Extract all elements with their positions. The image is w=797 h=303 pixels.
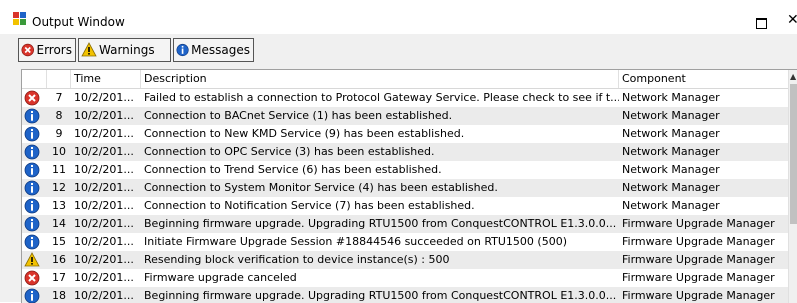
cell-id: 15 — [52, 235, 66, 248]
cell-id: 16 — [52, 253, 66, 266]
warning-icon — [81, 42, 97, 57]
scroll-thumb[interactable] — [790, 84, 797, 224]
cell-description: Connection to New KMD Service (9) has be… — [144, 127, 465, 140]
cell-description: Connection to System Monitor Service (4)… — [144, 181, 498, 194]
cell-description: Beginning firmware upgrade. Upgrading RT… — [144, 289, 617, 302]
cell-component: Firmware Upgrade Manager — [622, 235, 775, 248]
vertical-scrollbar[interactable]: ▲ — [788, 70, 797, 303]
cell-description: Connection to BACnet Service (1) has bee… — [144, 109, 453, 122]
info-icon — [24, 198, 40, 214]
header-component[interactable]: Component — [619, 70, 788, 88]
cell-component: Network Manager — [622, 145, 720, 158]
cell-time: 10/2/201... — [74, 91, 134, 104]
warnings-filter-button[interactable]: Warnings — [78, 38, 171, 62]
cell-id: 13 — [52, 199, 66, 212]
output-window: Output Window ✕ Errors Warnings Messages… — [0, 0, 797, 303]
cell-description: Connection to Trend Service (6) has been… — [144, 163, 442, 176]
cell-description: Failed to establish a connection to Prot… — [144, 91, 619, 104]
cell-component: Firmware Upgrade Manager — [622, 253, 775, 266]
cell-description: Connection to Notification Service (7) h… — [144, 199, 475, 212]
errors-label: Errors — [36, 43, 72, 57]
error-icon — [24, 90, 40, 106]
table-row[interactable]: 12 10/2/201... Connection to System Monito… — [22, 179, 788, 197]
cell-component: Network Manager — [622, 199, 720, 212]
table-row[interactable]: 14 10/2/201... Beginning firmware upgrade.… — [22, 215, 788, 233]
app-icon — [13, 12, 26, 25]
table-row[interactable]: 10 10/2/201... Connection to OPC Service (… — [22, 143, 788, 161]
table-row[interactable]: 16 10/2/201... Resending block verificatio… — [22, 251, 788, 269]
table-row[interactable]: 18 10/2/201... Beginning firmware upgrade.… — [22, 287, 788, 303]
cell-time: 10/2/201... — [74, 235, 134, 248]
cell-description: Initiate Firmware Upgrade Session #18844… — [144, 235, 568, 248]
cell-component: Network Manager — [622, 127, 720, 140]
table-row[interactable]: 9 10/2/201... Connection to New KMD Servic… — [22, 125, 788, 143]
cell-description: Firmware upgrade canceled — [144, 271, 297, 284]
info-icon — [176, 43, 189, 57]
cell-id: 10 — [52, 145, 66, 158]
header-icon — [22, 70, 47, 88]
cell-id: 7 — [55, 91, 63, 104]
title-bar: Output Window ✕ — [0, 0, 797, 34]
cell-component: Network Manager — [622, 109, 720, 122]
table-row[interactable]: 7 10/2/201... Failed to establish a connec… — [22, 89, 788, 107]
cell-time: 10/2/201... — [74, 127, 134, 140]
table-row[interactable]: 13 10/2/201... Connection to Notification … — [22, 197, 788, 215]
info-icon — [24, 108, 40, 124]
cell-component: Firmware Upgrade Manager — [622, 289, 775, 302]
header-description[interactable]: Description — [141, 70, 619, 88]
info-icon — [24, 288, 40, 303]
cell-component: Firmware Upgrade Manager — [622, 271, 775, 284]
window-title: Output Window — [32, 15, 125, 29]
warnings-label: Warnings — [99, 43, 155, 57]
cell-id: 9 — [55, 127, 63, 140]
cell-component: Network Manager — [622, 181, 720, 194]
warning-icon — [24, 252, 40, 267]
output-grid: Time Description Component 7 10/2/201... F… — [21, 69, 797, 303]
errors-filter-button[interactable]: Errors — [18, 38, 76, 62]
cell-id: 11 — [52, 163, 66, 176]
header-time[interactable]: Time — [71, 70, 141, 88]
info-icon — [24, 234, 40, 250]
cell-id: 18 — [52, 289, 66, 302]
cell-id: 14 — [52, 217, 66, 230]
grid-header: Time Description Component — [22, 70, 797, 89]
cell-time: 10/2/201... — [74, 145, 134, 158]
cell-time: 10/2/201... — [74, 199, 134, 212]
messages-filter-button[interactable]: Messages — [173, 38, 254, 62]
table-row[interactable]: 8 10/2/201... Connection to BACnet Service… — [22, 107, 788, 125]
cell-time: 10/2/201... — [74, 217, 134, 230]
cell-description: Beginning firmware upgrade. Upgrading RT… — [144, 217, 617, 230]
close-button[interactable]: ✕ — [787, 12, 797, 28]
messages-label: Messages — [191, 43, 250, 57]
info-icon — [24, 144, 40, 160]
cell-id: 8 — [55, 109, 63, 122]
error-icon — [24, 270, 40, 286]
cell-description: Resending block verification to device i… — [144, 253, 450, 266]
cell-component: Firmware Upgrade Manager — [622, 217, 775, 230]
cell-time: 10/2/201... — [74, 289, 134, 302]
cell-id: 17 — [52, 271, 66, 284]
table-row[interactable]: 11 10/2/201... Connection to Trend Service… — [22, 161, 788, 179]
table-row[interactable]: 15 10/2/201... Initiate Firmware Upgrade S… — [22, 233, 788, 251]
cell-id: 12 — [52, 181, 66, 194]
cell-component: Network Manager — [622, 91, 720, 104]
error-icon — [21, 43, 34, 57]
cell-time: 10/2/201... — [74, 109, 134, 122]
maximize-button[interactable] — [756, 18, 767, 29]
info-icon — [24, 126, 40, 142]
info-icon — [24, 180, 40, 196]
cell-component: Network Manager — [622, 163, 720, 176]
info-icon — [24, 216, 40, 232]
header-id — [47, 70, 71, 88]
info-icon — [24, 162, 40, 178]
scroll-up-icon[interactable]: ▲ — [790, 72, 796, 81]
cell-time: 10/2/201... — [74, 163, 134, 176]
cell-time: 10/2/201... — [74, 181, 134, 194]
table-row[interactable]: 17 10/2/201... Firmware upgrade canceled Fi… — [22, 269, 788, 287]
cell-time: 10/2/201... — [74, 271, 134, 284]
cell-description: Connection to OPC Service (3) has been e… — [144, 145, 435, 158]
cell-time: 10/2/201... — [74, 253, 134, 266]
